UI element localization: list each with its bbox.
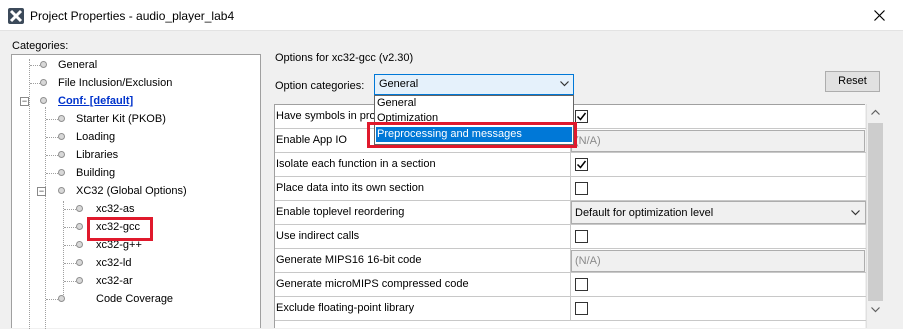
node-icon [58,169,65,176]
title-bar: Project Properties - audio_player_lab4 [0,0,903,31]
tree-item-xc32-global[interactable]: − XC32 (Global Options) [12,183,252,199]
option-categories-label: Option categories: [275,80,365,92]
column-divider [570,273,571,297]
tree-item-loading[interactable]: Loading [12,129,252,145]
column-divider [570,297,571,321]
grid-row-micromips[interactable]: Generate microMIPS compressed code [275,273,866,297]
tree-item-building[interactable]: Building [12,165,252,181]
reset-button[interactable]: Reset [825,71,880,92]
tree-item-label: Conf: [default] [58,95,134,107]
collapse-icon[interactable]: − [20,97,29,106]
collapse-icon[interactable]: − [37,187,46,196]
node-icon [76,259,83,266]
grid-row-exclude-fp[interactable]: Exclude floating-point library [275,297,866,321]
highlight-box-preprocessing [367,122,577,148]
tree-item-libraries[interactable]: Libraries [12,147,252,163]
checkmark-icon [576,112,587,121]
checkbox-unchecked[interactable] [575,182,588,195]
close-icon [874,10,885,21]
tree-item-xc32-ar[interactable]: xc32-ar [12,273,252,289]
node-icon [40,79,47,86]
node-icon [40,61,47,68]
checkbox-checked[interactable] [575,158,588,171]
window-title: Project Properties - audio_player_lab4 [30,9,235,23]
tree-item-code-coverage[interactable]: Code Coverage [12,291,252,307]
grid-row-mips16[interactable]: Generate MIPS16 16-bit code (N/A) [275,249,866,273]
column-divider [570,177,571,201]
option-categories-select[interactable]: General [374,74,574,95]
tree-item-label: General [58,59,98,71]
options-for-label: Options for xc32-gcc (v2.30) [275,52,414,64]
categories-tree[interactable]: General File Inclusion/Exclusion − Conf:… [11,54,261,329]
selected-category: General [379,78,419,90]
tree-item-label: XC32 (Global Options) [76,185,187,197]
tree-item-label: Starter Kit (PKOB) [76,113,166,125]
chevron-down-icon [851,210,860,216]
categories-label: Categories: [12,40,69,52]
checkbox-unchecked[interactable] [575,302,588,315]
row-label: Place data into its own section [276,182,424,194]
node-icon [58,295,65,302]
na-value: (N/A) [571,250,865,272]
tree-item-label: Libraries [76,149,119,161]
scroll-up-icon[interactable] [871,109,880,115]
toplevel-reorder-select[interactable]: Default for optimization level [571,201,866,224]
checkbox-unchecked[interactable] [575,230,588,243]
x-logo-icon [8,8,24,24]
node-icon [58,187,65,194]
tree-item-xc32-as[interactable]: xc32-as [12,201,252,217]
node-icon [58,133,65,140]
column-divider [570,225,571,249]
row-label: Use indirect calls [276,230,360,242]
tree-item-general[interactable]: General [12,57,252,73]
dropdown-item-general[interactable]: General [376,96,572,111]
row-label: Enable App IO [276,134,347,146]
vertical-scrollbar[interactable] [866,104,883,328]
chevron-down-icon [560,81,569,87]
node-icon [76,241,83,248]
row-label: Exclude floating-point library [276,302,415,314]
checkmark-icon [576,160,587,169]
node-icon [76,277,83,284]
scroll-thumb[interactable] [868,123,883,301]
row-label: Have symbols in prod [276,110,382,122]
tree-item-starter-kit[interactable]: Starter Kit (PKOB) [12,111,252,127]
tree-item-label: File Inclusion/Exclusion [58,77,173,89]
tree-item-label: Loading [76,131,116,143]
tree-item-label: xc32-ld [96,257,132,269]
scroll-down-icon[interactable] [871,307,880,313]
tree-item-xc32-ld[interactable]: xc32-ld [12,255,252,271]
node-icon [40,97,47,104]
na-value: (N/A) [571,130,865,152]
column-divider [570,153,571,177]
node-icon [58,115,65,122]
tree-item-conf[interactable]: − Conf: [default] [12,93,252,109]
grid-row-indirect-calls[interactable]: Use indirect calls [275,225,866,249]
close-button[interactable] [857,0,903,31]
tree-item-label: xc32-as [96,203,135,215]
node-icon [76,223,83,230]
checkbox-unchecked[interactable] [575,278,588,291]
node-icon [76,205,83,212]
grid-row-place-data[interactable]: Place data into its own section [275,177,866,201]
row-label: Generate MIPS16 16-bit code [276,254,422,266]
row-label: Generate microMIPS compressed code [276,278,469,290]
tree-item-label: Building [76,167,116,179]
grid-row-isolate-function[interactable]: Isolate each function in a section [275,153,866,177]
tree-item-label: xc32-ar [96,275,133,287]
row-label: Enable toplevel reordering [276,206,405,218]
tree-item-file-inclusion[interactable]: File Inclusion/Exclusion [12,75,252,91]
grid-row-toplevel-reorder[interactable]: Enable toplevel reordering Default for o… [275,201,866,225]
node-icon [58,151,65,158]
row-label: Isolate each function in a section [276,158,436,170]
select-value: Default for optimization level [575,207,714,219]
highlight-box-xc32-gcc [87,217,153,241]
tree-item-label: Code Coverage [96,293,174,305]
